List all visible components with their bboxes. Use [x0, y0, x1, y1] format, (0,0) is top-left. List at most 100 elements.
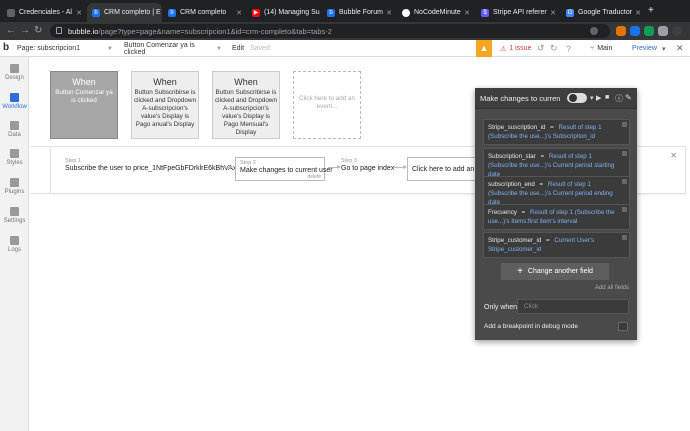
- sidebar-item-logs[interactable]: Logs: [0, 236, 29, 253]
- only-when-placeholder: Click: [524, 303, 539, 310]
- branch-label: Main: [597, 45, 613, 52]
- tab-label: CRM completo: [180, 9, 227, 16]
- breakpoint-checkbox[interactable]: [618, 322, 628, 331]
- close-icon[interactable]: ✕: [461, 9, 470, 17]
- field-name: Stripe_customer_id: [488, 237, 542, 244]
- field-row[interactable]: Stripe_customer_id = Current User's Stri…: [483, 232, 630, 258]
- browser-tab[interactable]: b Bubble Forum ✕: [322, 3, 397, 22]
- delete-step-link[interactable]: delete: [307, 174, 321, 180]
- sidebar-item-label: Design: [5, 75, 24, 81]
- close-icon[interactable]: ✕: [670, 151, 677, 160]
- delete-field-icon[interactable]: [622, 179, 627, 184]
- event-title: When: [72, 77, 96, 87]
- close-icon[interactable]: ✕: [161, 9, 162, 17]
- sidebar-item-workflow[interactable]: Workflow: [0, 93, 29, 110]
- change-another-field-button[interactable]: + Change another field: [501, 263, 609, 280]
- close-icon[interactable]: ✕: [73, 9, 82, 17]
- redo-icon[interactable]: ↻: [550, 43, 558, 54]
- info-icon[interactable]: ⓘ: [615, 93, 623, 104]
- sidebar-item-settings[interactable]: Settings: [0, 207, 29, 224]
- step-number: Step 2: [240, 160, 256, 166]
- chevron-down-icon[interactable]: ▾: [590, 94, 594, 102]
- close-icon[interactable]: ✕: [383, 9, 392, 17]
- url-path: /page?type=page&name=subscripcion1&id=cr…: [98, 26, 332, 36]
- sidebar-item-styles[interactable]: Styles: [0, 149, 29, 166]
- reload-icon[interactable]: ↻: [34, 26, 42, 36]
- add-event-card[interactable]: Click here to add an event...: [293, 71, 361, 139]
- browser-tab-active[interactable]: b CRM completo | E ✕: [87, 3, 162, 22]
- page-selector[interactable]: Page: subscripcion1 ▼: [17, 43, 113, 54]
- step-card-selected[interactable]: Step 2 Make changes to current user dele…: [235, 157, 333, 181]
- play-icon[interactable]: ▶: [596, 94, 601, 102]
- delete-field-icon[interactable]: [622, 207, 627, 212]
- step-number: Step 3: [341, 158, 357, 164]
- stop-icon[interactable]: ■: [605, 94, 609, 101]
- delete-field-icon[interactable]: [622, 122, 627, 127]
- chevron-down-icon: ▼: [107, 45, 113, 52]
- extension-icon[interactable]: [630, 26, 640, 36]
- add-action-card[interactable]: Click here to add an act: [407, 157, 486, 181]
- branch-selector[interactable]: ⑂ Main: [590, 43, 612, 54]
- puzzle-icon[interactable]: [658, 26, 668, 36]
- issues-indicator[interactable]: ⚠ 1 issue: [500, 43, 531, 54]
- edit-menu[interactable]: Edit: [232, 43, 244, 54]
- toggle-switch[interactable]: [567, 93, 587, 103]
- saved-status: Saved: [250, 45, 270, 52]
- step-arrow-icon: [394, 165, 407, 169]
- close-icon[interactable]: ✕: [547, 9, 556, 17]
- browser-tab[interactable]: $ Stripe API referer ✕: [476, 3, 561, 22]
- sidebar-item-data[interactable]: Data: [0, 121, 29, 138]
- browser-tab[interactable]: NoCodeMinute ✕: [397, 3, 475, 22]
- extension-icon[interactable]: [644, 26, 654, 36]
- tab-label: Stripe API referer: [493, 9, 547, 16]
- browser-tab[interactable]: b CRM completo ✕: [163, 3, 247, 22]
- new-tab-icon[interactable]: +: [648, 5, 654, 16]
- delete-field-icon[interactable]: [622, 151, 627, 156]
- stripe-icon: $: [481, 8, 489, 17]
- only-when-input[interactable]: Click: [517, 299, 629, 314]
- back-icon[interactable]: ←: [6, 26, 16, 36]
- browser-tab[interactable]: ▶ (14) Managing Su ✕: [247, 3, 322, 22]
- bubble-icon: b: [92, 8, 100, 17]
- share-icon[interactable]: [590, 27, 598, 35]
- avatar[interactable]: [672, 26, 682, 36]
- step-text: Make changes to current user: [240, 167, 333, 174]
- event-title: When: [234, 77, 258, 87]
- nocode-icon: [402, 8, 410, 17]
- field-row[interactable]: Frecuency = Result of step 1 (Subscribe …: [483, 204, 630, 230]
- sidebar-item-design[interactable]: Design: [0, 64, 29, 81]
- step-card[interactable]: Step 1 Subscribe the user to price_1NtFp…: [65, 158, 244, 172]
- sidebar-item-plugins[interactable]: Plugins: [0, 178, 29, 195]
- event-card[interactable]: When Button Subscribirse is clicked and …: [212, 71, 280, 139]
- event-card-selected[interactable]: When Button Comenzar ya is clicked: [50, 71, 118, 139]
- field-row[interactable]: Stripe_suscription_id = Result of step 1…: [483, 119, 630, 145]
- sidebar-item-label: Logs: [7, 247, 21, 253]
- logs-icon: [10, 236, 19, 245]
- comment-icon[interactable]: ✎: [625, 93, 632, 102]
- event-card[interactable]: When Button Subscribirse is clicked and …: [131, 71, 199, 139]
- bubble-logo-icon[interactable]: b: [3, 43, 14, 54]
- browser-tab[interactable]: Credenciales - Al ✕: [2, 3, 87, 22]
- delete-field-icon[interactable]: [622, 235, 627, 240]
- field-operator: =: [540, 153, 545, 160]
- preview-button[interactable]: Preview: [632, 43, 657, 54]
- more-icon[interactable]: ✕: [676, 43, 684, 54]
- forward-icon[interactable]: →: [20, 26, 30, 36]
- event-selector[interactable]: Button Comenzar ya is clicked ▼: [124, 42, 222, 56]
- url-input[interactable]: bubble.io/page?type=page&name=subscripci…: [50, 24, 610, 38]
- editor-top-bar: b Page: subscripcion1 ▼ Button Comenzar …: [0, 40, 690, 57]
- field-name: subscription_end: [488, 181, 535, 188]
- chevron-down-icon[interactable]: ▾: [662, 43, 666, 54]
- change-another-field-label: Change another field: [527, 268, 593, 275]
- step-card[interactable]: Step 3 Go to page index: [341, 158, 394, 172]
- browser-tab[interactable]: G Google Traductor ✕: [561, 3, 641, 22]
- upgrade-icon[interactable]: ▲: [476, 40, 492, 57]
- data-icon: [10, 121, 19, 130]
- add-all-fields-link[interactable]: Add all fields: [595, 285, 629, 291]
- help-icon[interactable]: ?: [566, 43, 571, 54]
- panel-header[interactable]: Make changes to curren ▾ ▶ ■ ⓘ ✎: [475, 88, 637, 109]
- extension-icon[interactable]: [616, 26, 626, 36]
- close-icon[interactable]: ✕: [233, 9, 242, 17]
- close-icon[interactable]: ✕: [632, 9, 641, 17]
- undo-icon[interactable]: ↺: [537, 43, 545, 54]
